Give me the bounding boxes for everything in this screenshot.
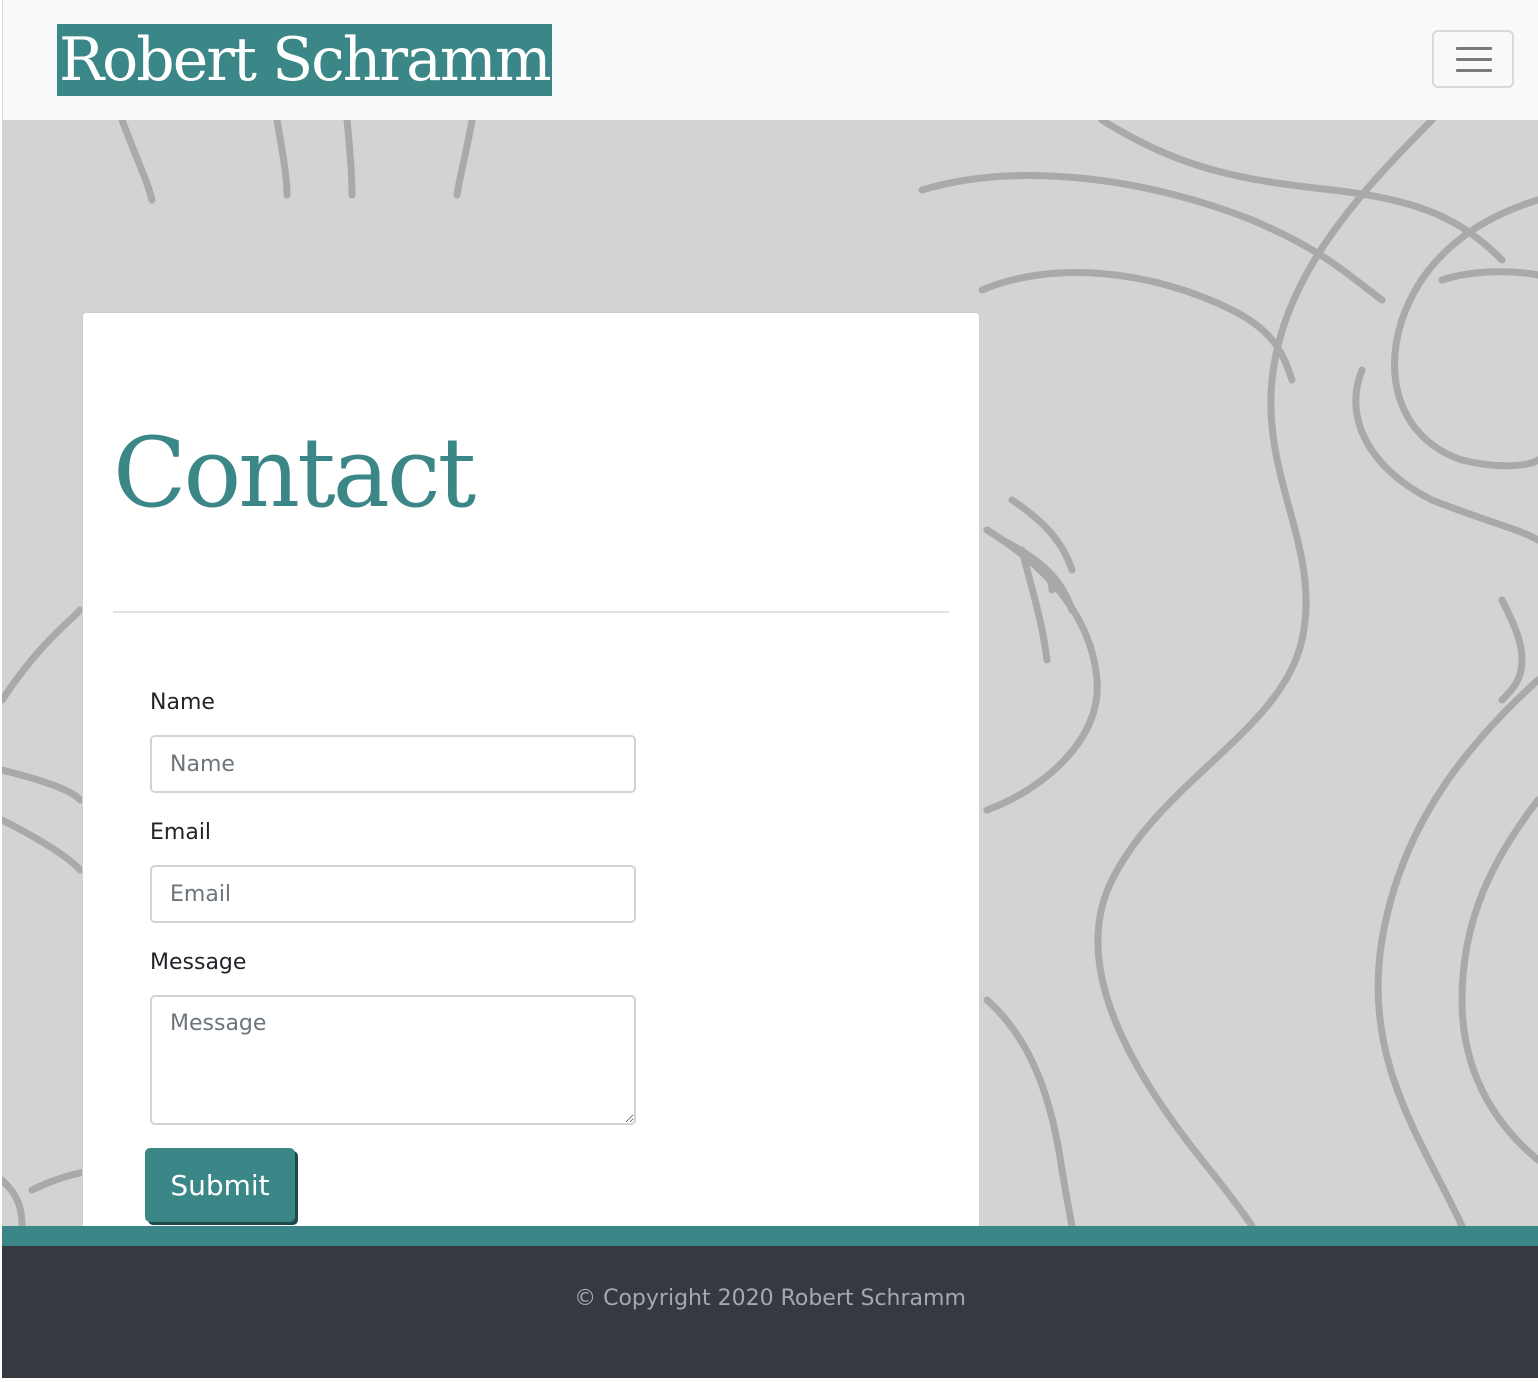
hamburger-menu-button[interactable] xyxy=(1432,30,1514,88)
contact-card: Contact Name Email Message Submit xyxy=(82,312,980,1226)
copyright-text: © Copyright 2020 Robert Schramm xyxy=(574,1286,966,1311)
navbar: Robert Schramm xyxy=(2,0,1538,120)
email-input[interactable] xyxy=(150,865,636,923)
message-textarea[interactable] xyxy=(150,995,636,1125)
menu-icon-bar xyxy=(1456,47,1492,50)
message-label: Message xyxy=(150,950,247,975)
page-title: Contact xyxy=(113,417,476,529)
menu-icon-bar xyxy=(1456,69,1492,72)
footer: © Copyright 2020 Robert Schramm xyxy=(2,1246,1538,1378)
email-label: Email xyxy=(150,820,212,845)
footer-accent-stripe xyxy=(2,1226,1538,1246)
page-background: Contact Name Email Message Submit xyxy=(2,120,1538,1226)
menu-icon-bar xyxy=(1456,58,1492,61)
brand-logo-link[interactable]: Robert Schramm xyxy=(57,24,552,96)
title-divider xyxy=(113,611,949,613)
name-input[interactable] xyxy=(150,735,636,793)
submit-button[interactable]: Submit xyxy=(145,1148,295,1222)
name-label: Name xyxy=(150,690,215,715)
